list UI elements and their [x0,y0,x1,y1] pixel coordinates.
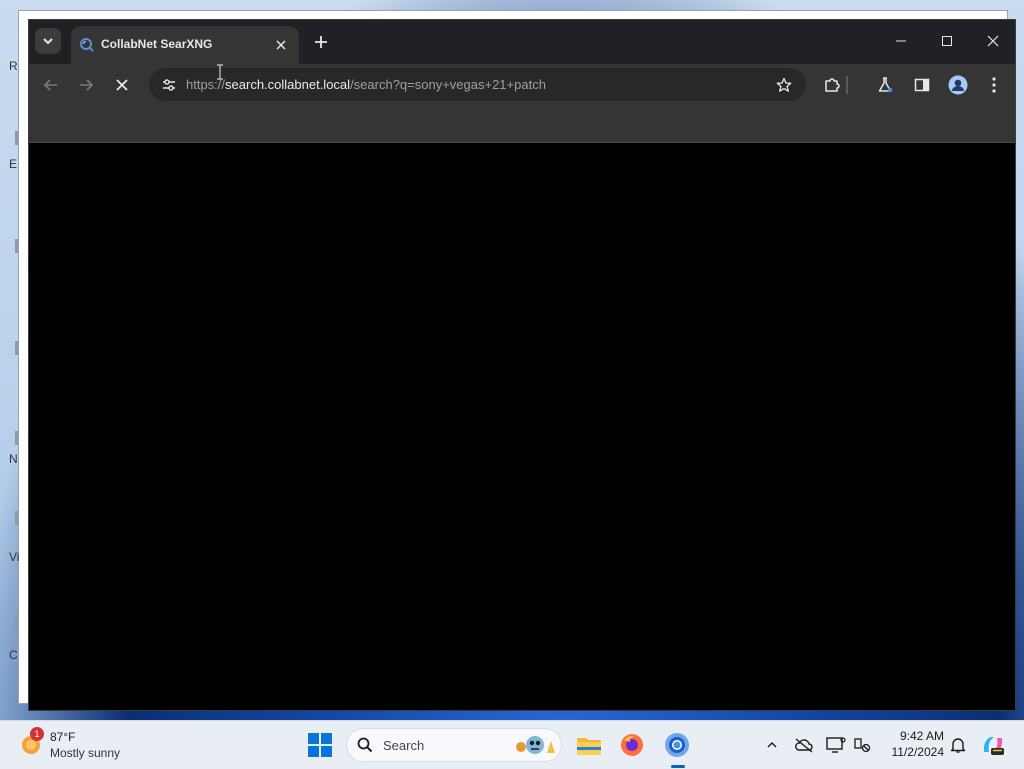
background-window-edge [15,341,18,355]
taskbar-chrome[interactable] [661,729,693,761]
browser-window: CollabNet SearXNG https://search.collabn… [28,19,1016,711]
arrow-right-icon [80,79,94,91]
taskbar-file-explorer[interactable] [573,729,605,761]
show-hidden-icons-button[interactable] [760,731,784,759]
tray-display[interactable] [824,731,848,759]
maximize-icon [942,36,952,46]
cloud-off-icon [795,738,813,753]
tune-icon [163,79,175,91]
close-icon [276,40,286,50]
chevron-down-icon [43,38,53,45]
stop-icon [116,79,128,91]
profile-icon [948,75,968,95]
browser-toolbar: https://search.collabnet.local/search?q=… [29,64,1015,106]
chevron-up-icon [767,742,777,748]
background-window-edge [15,431,18,445]
puzzle-icon [825,78,840,92]
search-highlight-icon [516,736,555,754]
text-cursor-icon [217,64,223,80]
bookmark-star-button[interactable] [772,73,796,97]
network-icon [854,738,871,753]
taskbar-firefox[interactable] [616,729,648,761]
background-window-text: E [9,157,18,171]
plus-icon [315,36,327,48]
background-window-text: N [9,452,18,466]
address-bar[interactable]: https://search.collabnet.local/search?q=… [149,68,806,101]
copilot-icon [983,737,1004,755]
active-tab[interactable]: CollabNet SearXNG [71,26,299,64]
new-tab-button[interactable] [309,30,333,54]
taskbar: 1 87°F Mostly sunny Search 9:42 AM 11/2/… [0,720,1024,769]
browser-menu-button[interactable] [982,73,1006,97]
page-content-blank[interactable] [29,143,1015,710]
side-panel-icon [914,78,930,92]
tray-network[interactable] [850,731,874,759]
tab-close-button[interactable] [271,35,291,55]
windows-start-button[interactable] [307,732,333,758]
chrome-icon [665,733,689,757]
tab-search-button[interactable] [35,28,61,54]
url-path: /search?q=sony+vegas+21+patch [350,77,546,92]
monitor-icon [826,737,846,753]
background-window-text: R [9,59,18,73]
copilot-button[interactable] [980,731,1006,759]
taskbar-search-box[interactable]: Search [346,728,562,762]
tab-title: CollabNet SearXNG [101,37,213,51]
flask-icon [878,77,893,93]
minimize-button[interactable] [878,26,924,56]
toolbar-divider [846,76,848,94]
stop-loading-button[interactable] [110,73,134,97]
background-window-edge [15,511,18,525]
taskbar-clock[interactable]: 9:42 AM 11/2/2024 [874,729,945,759]
kebab-menu-icon [992,77,996,93]
firefox-icon [621,734,643,756]
weather-description: Mostly sunny [50,746,121,760]
tab-strip: CollabNet SearXNG [29,20,1015,64]
extensions-button[interactable] [820,73,844,97]
search-label: Search [383,738,425,753]
weather-widget[interactable]: 1 87°F Mostly sunny [18,727,148,763]
search-icon [357,737,373,753]
clock-date: 11/2/2024 [891,745,945,759]
notifications-button[interactable] [946,731,970,759]
bell-icon [950,738,966,753]
labs-button[interactable] [873,73,897,97]
background-window-edge [15,239,18,253]
url-text[interactable]: https://search.collabnet.local/search?q=… [186,77,546,92]
maximize-button[interactable] [924,26,970,56]
searxng-icon [80,38,94,52]
profile-button[interactable] [946,73,970,97]
folder-icon [577,738,601,755]
background-window-text: Vi [9,550,20,564]
weather-temperature: 87°F [50,730,76,744]
bookmarks-bar [29,106,1015,143]
notification-badge: 1 [30,727,44,741]
close-window-button[interactable] [970,26,1016,56]
clock-time: 9:42 AM [899,729,944,743]
minimize-icon [896,40,906,42]
side-panel-button[interactable] [910,73,934,97]
background-window-text: C [9,648,18,662]
site-info-button[interactable] [157,73,181,97]
forward-button[interactable] [74,73,98,97]
back-button[interactable] [39,73,63,97]
tray-onedrive[interactable] [792,731,816,759]
background-window-edge [15,616,18,630]
arrow-left-icon [43,79,57,91]
url-host: search.collabnet.local [225,77,351,92]
star-icon [776,77,792,92]
close-icon [987,35,999,47]
background-window-edge [15,131,18,145]
